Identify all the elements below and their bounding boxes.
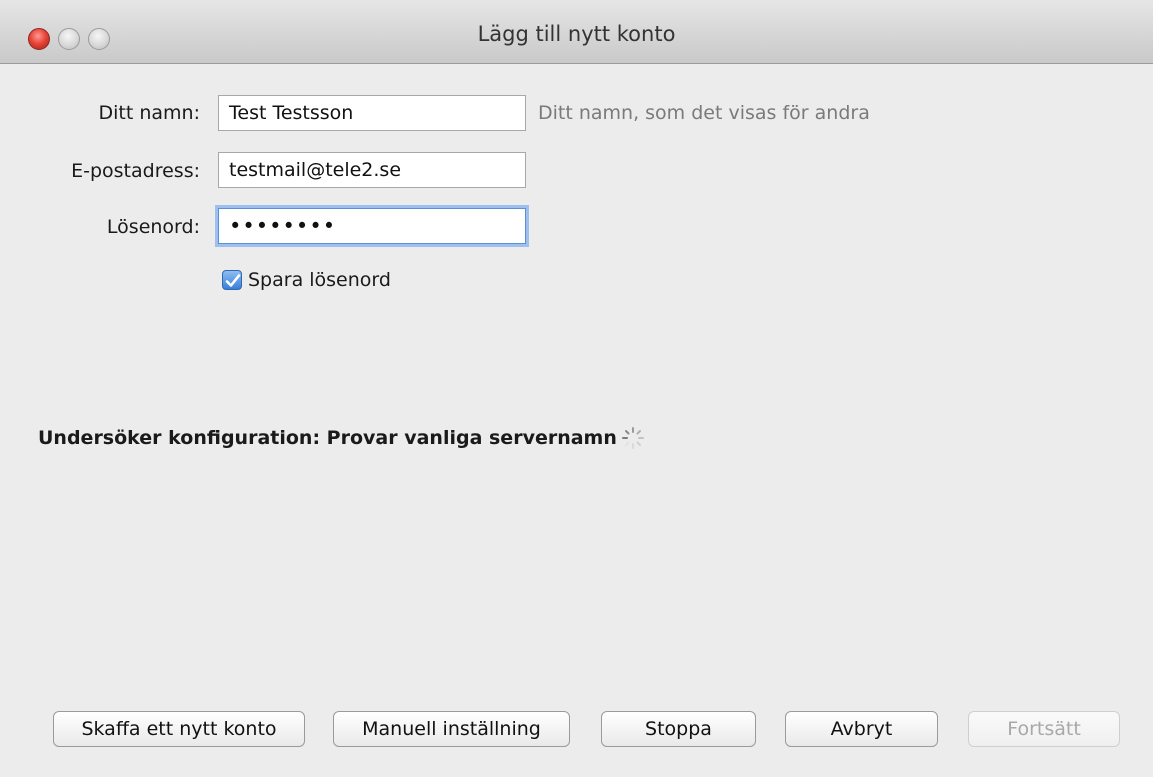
title-bar[interactable]: Lägg till nytt konto [0,0,1153,64]
password-label: Lösenord: [106,216,200,238]
checkmark-icon [225,274,241,287]
status-line: Undersöker konfiguration: Provar vanliga… [38,426,645,450]
name-hint: Ditt namn, som det visas för andra [538,102,870,124]
email-label: E-postadress: [71,160,200,182]
save-password-row[interactable]: Spara lösenord [222,268,391,292]
save-password-label: Spara lösenord [248,269,391,291]
add-account-dialog: Lägg till nytt konto Ditt namn: Test Tes… [0,0,1153,777]
email-field[interactable]: testmail@tele2.se [218,152,526,188]
cancel-button[interactable]: Avbryt [785,711,938,747]
name-label: Ditt namn: [98,102,201,124]
window-title: Lägg till nytt konto [477,22,676,46]
status-text: Undersöker konfiguration: Provar vanliga… [38,427,617,449]
get-new-account-button[interactable]: Skaffa ett nytt konto [53,711,305,747]
save-password-checkbox[interactable] [222,270,242,290]
spinner-icon [621,427,644,449]
manual-setup-button[interactable]: Manuell inställning [333,711,570,747]
continue-button[interactable]: Fortsätt [968,711,1120,747]
stop-button[interactable]: Stoppa [601,711,756,747]
password-field[interactable]: •••••••• [218,208,526,244]
name-field[interactable]: Test Testsson [218,95,526,131]
